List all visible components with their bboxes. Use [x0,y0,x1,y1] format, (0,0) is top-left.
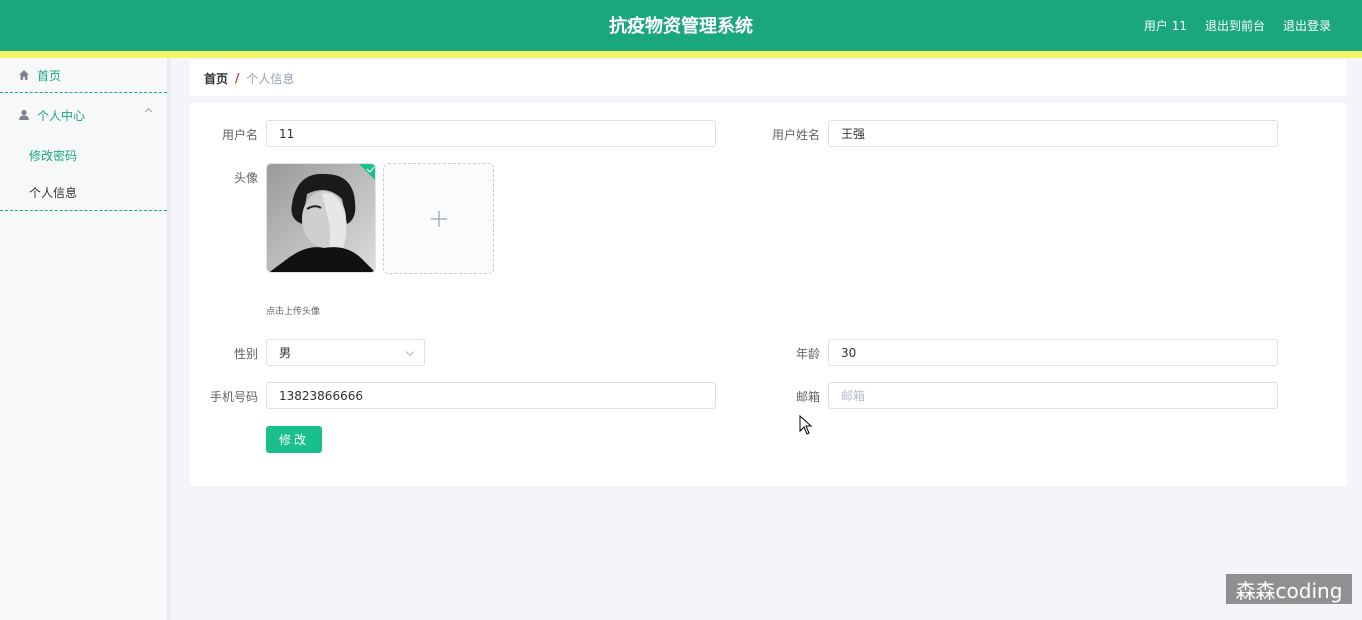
email-label: 邮箱 [795,390,820,404]
breadcrumb-current: 个人信息 [246,71,295,86]
sidebar-group-label: 个人中心 [37,108,86,123]
update-button[interactable]: 修改 [266,426,322,453]
realname-label: 用户姓名 [771,128,820,142]
chevron-down-icon [404,347,416,359]
username-field[interactable]: 11 [266,120,716,147]
sidebar-item-personal-info[interactable]: 个人信息 [29,184,77,201]
sidebar-group-toggle[interactable]: 个人中心 [0,94,167,136]
sidebar-item-home[interactable]: 首页 [0,58,167,93]
age-field[interactable]: 30 [828,339,1278,366]
sidebar-item-change-password[interactable]: 修改密码 [29,147,77,164]
chevron-up-icon [144,105,153,116]
realname-value: 王强 [841,127,866,141]
phone-label: 手机号码 [209,390,258,404]
top-header: 抗疫物资管理系统 用户 11 退出到前台 退出登录 [0,0,1362,51]
username-label: 用户名 [221,128,258,142]
breadcrumb-home[interactable]: 首页 [204,70,228,87]
gender-label: 性别 [233,347,258,361]
phone-field[interactable]: 13823866666 [266,382,716,409]
age-label: 年龄 [795,347,820,361]
sidebar-group-personal-center: 个人中心 修改密码 个人信息 [0,94,167,211]
current-user: 用户 11 [1143,19,1187,33]
username-value: 11 [279,126,295,141]
profile-form: 用户名 11 用户姓名 王强 头像 点击上传头像 性别 男 年龄 30 手机号码… [190,103,1347,486]
back-to-frontend-link[interactable]: 退出到前台 [1205,17,1265,34]
mouse-cursor-icon [799,414,813,438]
age-value: 30 [841,345,857,360]
gender-select[interactable]: 男 [266,339,425,366]
realname-field[interactable]: 王强 [828,120,1278,147]
avatar-upload-button[interactable] [383,163,494,274]
avatar-label: 头像 [233,171,258,185]
upload-hint: 点击上传头像 [266,307,321,317]
sidebar-item-label: 首页 [37,68,62,83]
breadcrumb: 首页 / 个人信息 [190,60,1347,96]
logout-link[interactable]: 退出登录 [1283,17,1331,34]
user-icon [18,109,36,121]
sidebar-divider [167,58,173,620]
gender-value: 男 [279,346,292,360]
avatar-image[interactable] [266,163,376,273]
plus-icon [430,202,448,235]
header-accent-strip [0,51,1362,58]
sidebar: 首页 个人中心 修改密码 个人信息 [0,58,167,620]
watermark: 森森coding [1226,574,1352,604]
email-placeholder: 邮箱 [841,389,866,403]
home-icon [18,69,36,81]
email-field[interactable]: 邮箱 [828,382,1278,409]
breadcrumb-separator: / [235,71,240,85]
phone-value: 13823866666 [279,388,363,403]
header-actions: 用户 11 退出到前台 退出登录 [1144,17,1331,34]
